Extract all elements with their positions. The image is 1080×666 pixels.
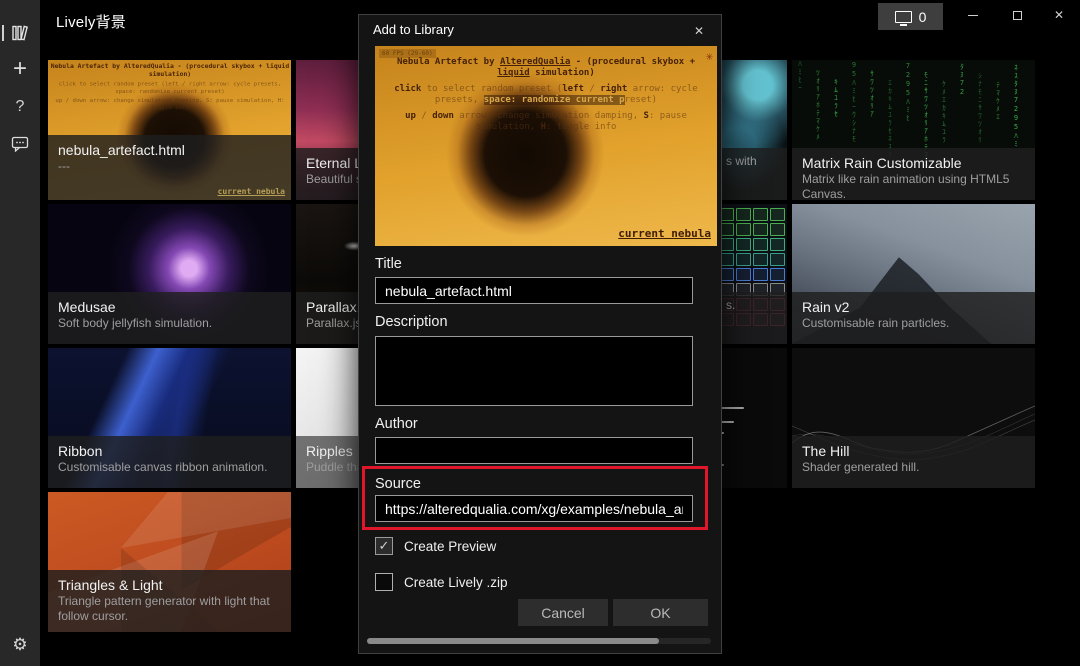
add-to-library-dialog: Add to Library ✕ 60 FPS (29-60) ✳ Nebula… xyxy=(358,14,722,654)
lively-app-window: Lively背景 0 ✕ + ? ⚙ xyxy=(0,0,1080,666)
library-books-icon xyxy=(11,24,29,42)
wallpaper-tile[interactable]: Ribbon Customisable canvas ribbon animat… xyxy=(48,348,291,488)
wallpaper-preview-image: 60 FPS (29-60) ✳ Nebula Artefact by Alte… xyxy=(375,46,717,246)
sidebar-item-settings[interactable]: ⚙ xyxy=(0,628,40,662)
liquid-link[interactable]: liquid xyxy=(497,68,530,78)
minimize-button[interactable] xyxy=(952,0,994,30)
fps-counter: 60 FPS (29-60) xyxy=(379,49,436,58)
matrix-glyph-column: ｹﾒｴｶｷﾑﾕﾗ xyxy=(940,80,948,144)
tile-subtitle: Customisable rain particles. xyxy=(802,316,1025,331)
sidebar: + ? ⚙ xyxy=(0,0,40,666)
window-close-button[interactable]: ✕ xyxy=(1038,0,1080,30)
wallpaper-tile[interactable]: ﾊﾐﾋｰﾂｵﾘｱﾎﾃﾏｹﾒｷﾑﾕﾗｾ95ﾊﾐﾋｰｳｼﾅﾓｻﾜﾂｵﾘｱｴｶｷﾑﾕﾗ… xyxy=(792,60,1035,200)
display-selector-button[interactable]: 0 xyxy=(878,3,943,30)
sidebar-item-feedback[interactable] xyxy=(0,126,40,160)
tile-subtitle: Matrix like rain animation using HTML5 C… xyxy=(802,172,1025,200)
tile-label-bar: Medusae Soft body jellyfish simulation. xyxy=(48,292,291,344)
scrollbar-thumb[interactable] xyxy=(367,638,659,644)
author-field-label: Author xyxy=(375,416,418,432)
display-number: 0 xyxy=(919,9,927,25)
tile-subtitle: --- xyxy=(58,159,281,174)
feedback-bubble-icon xyxy=(11,135,29,152)
tile-title: Triangles & Light xyxy=(58,576,281,594)
monitor-icon xyxy=(895,11,912,23)
tile-title: Medusae xyxy=(58,298,281,316)
tile-title: Matrix Rain Customizable xyxy=(802,154,1025,172)
description-field-label: Description xyxy=(375,314,448,330)
title-input[interactable] xyxy=(375,277,693,304)
preview-instructions-line1: click to select random preset (left / ri… xyxy=(381,84,711,106)
create-zip-label: Create Lively .zip xyxy=(404,575,508,590)
matrix-glyph-column: ﾀﾇ72 xyxy=(958,63,966,97)
tile-title: Ribbon xyxy=(58,442,281,460)
create-preview-checkbox[interactable]: ✓ xyxy=(375,537,393,555)
tile-title: Rain v2 xyxy=(802,298,1025,316)
current-nebula-link[interactable]: current nebula xyxy=(618,227,711,240)
create-preview-checkbox-row[interactable]: ✓ Create Preview xyxy=(375,537,496,555)
snowflake-icon: ✳ xyxy=(706,49,713,63)
source-input[interactable] xyxy=(375,495,693,522)
matrix-glyph-column: ｷﾑﾕﾗｾ xyxy=(832,78,840,118)
wallpaper-tile[interactable]: Nebula Artefact by AlteredQualia - (proc… xyxy=(48,60,291,200)
source-field-label: Source xyxy=(375,476,421,492)
tile-label-bar: Matrix Rain Customizable Matrix like rai… xyxy=(792,148,1035,200)
dialog-close-button[interactable]: ✕ xyxy=(687,21,711,41)
author-input[interactable] xyxy=(375,437,693,464)
ok-button[interactable]: OK xyxy=(613,599,708,626)
title-field-label: Title xyxy=(375,256,402,272)
matrix-glyph-column: ﾊﾐﾋｰ xyxy=(796,60,804,92)
current-nebula-mini-link: current nebula xyxy=(218,187,285,196)
tile-subtitle: Soft body jellyfish simulation. xyxy=(58,316,281,331)
alteredqualia-link[interactable]: AlteredQualia xyxy=(500,57,570,67)
question-icon: ? xyxy=(16,98,25,116)
tile-subtitle: Shader generated hill. xyxy=(802,460,1025,475)
maximize-button[interactable] xyxy=(996,0,1038,30)
tile-label-bar: Ribbon Customisable canvas ribbon animat… xyxy=(48,436,291,488)
create-zip-checkbox-row[interactable]: Create Lively .zip xyxy=(375,573,508,591)
wallpaper-tile[interactable]: The Hill Shader generated hill. xyxy=(792,348,1035,488)
description-input[interactable] xyxy=(375,336,693,406)
tile-label-bar: The Hill Shader generated hill. xyxy=(792,436,1035,488)
wallpaper-tile[interactable]: Rain v2 Customisable rain particles. xyxy=(792,204,1035,344)
tile-overlay-text: Nebula Artefact by AlteredQualia - (proc… xyxy=(50,63,290,111)
checkmark-icon: ✓ xyxy=(379,538,390,554)
tile-title: The Hill xyxy=(802,442,1025,460)
matrix-glyph-column: 95ﾊﾐﾋｰｳｼﾅﾓ xyxy=(850,61,858,143)
maximize-icon xyxy=(1013,11,1022,20)
dialog-title: Add to Library xyxy=(373,22,454,37)
tile-subtitle: Customisable canvas ribbon animation. xyxy=(58,460,281,475)
minimize-icon xyxy=(968,15,978,16)
preview-heading: Nebula Artefact by AlteredQualia - (proc… xyxy=(383,57,709,79)
wallpaper-tile[interactable]: Medusae Soft body jellyfish simulation. xyxy=(48,204,291,344)
matrix-glyph-column: ｼﾅﾓﾆｻﾜﾂｵﾘ xyxy=(976,72,984,144)
create-zip-checkbox[interactable] xyxy=(375,573,393,591)
wallpaper-tile[interactable]: Triangles & Light Triangle pattern gener… xyxy=(48,492,291,632)
sidebar-item-help[interactable]: ? xyxy=(0,90,40,124)
dialog-horizontal-scrollbar[interactable] xyxy=(367,638,711,644)
sidebar-item-library[interactable] xyxy=(0,16,40,50)
plus-icon: + xyxy=(13,55,27,83)
preview-instructions-line2: up / down arrow: change simulation dampi… xyxy=(381,111,711,133)
matrix-glyph-column: ｻﾜﾂｵﾘｱ xyxy=(868,70,876,118)
create-preview-label: Create Preview xyxy=(404,539,496,554)
tile-subtitle: Triangle pattern generator with light th… xyxy=(58,594,281,624)
sidebar-item-add[interactable]: + xyxy=(0,52,40,86)
tile-label-bar: Rain v2 Customisable rain particles. xyxy=(792,292,1035,344)
matrix-glyph-column: ﾈｽﾀﾇ7295ﾊﾐ xyxy=(1012,64,1020,148)
cancel-button[interactable]: Cancel xyxy=(518,599,608,626)
tile-title: nebula_artefact.html xyxy=(58,141,281,159)
gear-icon: ⚙ xyxy=(12,635,27,655)
page-title: Lively背景 xyxy=(56,11,126,32)
matrix-glyph-column: 7295ﾊﾐﾋ xyxy=(904,62,912,122)
tile-label-bar: Triangles & Light Triangle pattern gener… xyxy=(48,570,291,632)
matrix-glyph-column: ﾃﾏｹﾒｴ xyxy=(994,81,1002,121)
matrix-glyph-column: ﾂｵﾘｱﾎﾃﾏｹﾒ xyxy=(814,69,822,141)
